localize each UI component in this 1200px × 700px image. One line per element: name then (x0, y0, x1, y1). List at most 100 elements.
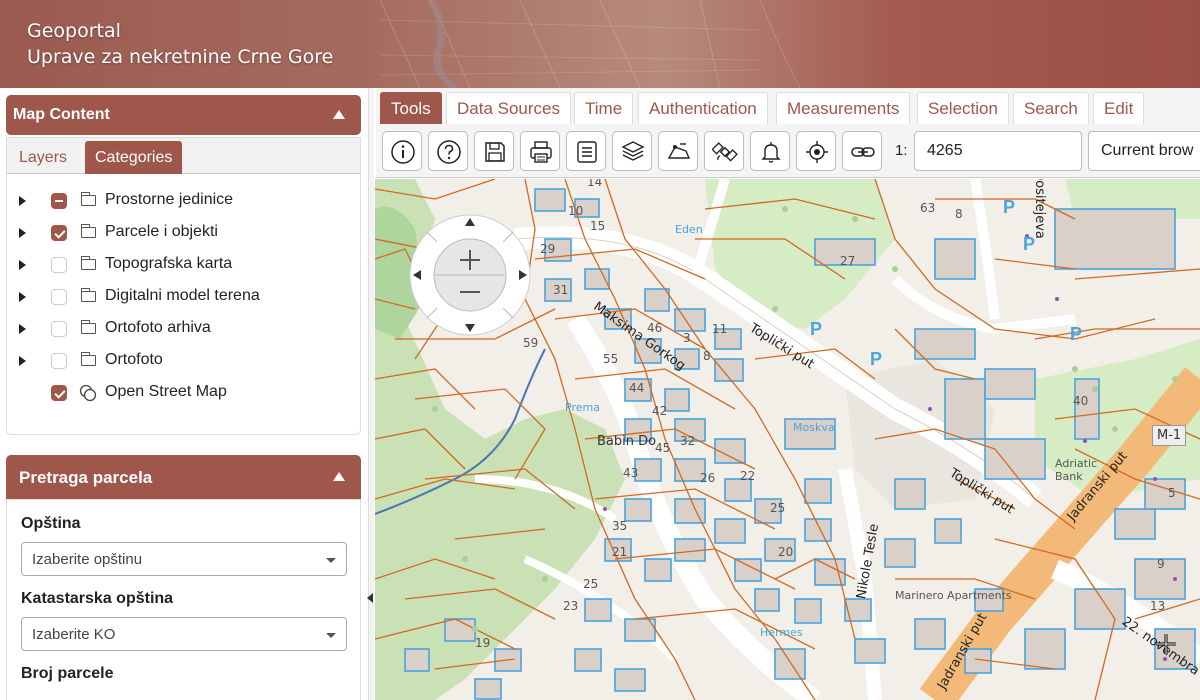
tab-layers[interactable]: Layers (9, 141, 77, 174)
expand-arrow-icon[interactable] (19, 356, 26, 366)
link-button[interactable] (842, 131, 882, 171)
satellite-button[interactable] (704, 131, 744, 171)
parcel-number: 32 (680, 434, 696, 448)
map-content-tabs: Layers Categories (7, 138, 360, 174)
help-icon (437, 140, 461, 164)
info-button[interactable] (382, 131, 422, 171)
parcel-number: 31 (553, 283, 569, 297)
expand-arrow-icon[interactable] (19, 228, 26, 238)
place-label: Prema (565, 401, 600, 414)
satellite-icon (712, 142, 738, 162)
parcel-number: 29 (540, 242, 556, 256)
toolbar: Tools Data Sources Time Authentication M… (376, 88, 1200, 178)
list-button[interactable] (566, 131, 606, 171)
layer-label: Topografska karta (105, 255, 233, 272)
help-button[interactable] (428, 131, 468, 171)
save-button[interactable] (474, 131, 514, 171)
ko-label: Katastarska opština (21, 590, 174, 607)
print-button[interactable] (520, 131, 560, 171)
bell-icon (761, 142, 781, 163)
parcel-number: 19 (475, 636, 491, 650)
parcel-number: 45 (655, 441, 671, 455)
layer-row-open-street-map[interactable]: Open Street Map (19, 381, 349, 405)
layer-row-prostorne-jedinice[interactable]: Prostorne jedinice (19, 189, 349, 213)
layer-row-parcele-i-objekti[interactable]: Parcele i objekti (19, 221, 349, 245)
layer-checkbox[interactable] (51, 353, 67, 369)
parcel-number: 3 (683, 331, 691, 345)
parcel-number: 11 (712, 322, 728, 336)
folder-icon (81, 352, 96, 366)
layer-label: Ortofoto (105, 351, 163, 368)
map-content-title: Map Content (13, 106, 110, 123)
place-label: Moskva (793, 421, 835, 434)
route-button[interactable] (658, 131, 698, 171)
layer-checkbox[interactable] (51, 257, 67, 273)
layer-label: Prostorne jedinice (105, 191, 234, 208)
collapse-up-icon[interactable] (333, 472, 345, 481)
layer-row-ortofoto-arhiva[interactable]: Ortofoto arhiva (19, 317, 349, 341)
parking-icon: P (870, 349, 883, 369)
crs-select[interactable]: Current brow (1088, 131, 1200, 171)
parcel-number: 46 (647, 321, 663, 335)
tab-time[interactable]: Time (574, 92, 634, 124)
parcel-number: 21 (612, 545, 628, 559)
tab-edit[interactable]: Edit (1093, 92, 1145, 124)
collapse-left-icon[interactable] (367, 593, 373, 603)
tab-measurements[interactable]: Measurements (776, 92, 911, 124)
parking-icon: P (1070, 324, 1083, 344)
road-badge: M-1 (1152, 425, 1187, 446)
map-navigation-control[interactable] (405, 210, 535, 340)
parcel-number: 43 (623, 466, 639, 480)
layer-checkbox[interactable] (51, 321, 67, 337)
app-title-line1: Geoportal (27, 20, 121, 42)
panel-splitter[interactable] (368, 88, 374, 700)
layer-row-ortofoto[interactable]: Ortofoto (19, 349, 349, 373)
expand-arrow-icon[interactable] (19, 324, 26, 334)
expand-arrow-icon[interactable] (19, 196, 26, 206)
tab-categories[interactable]: Categories (85, 141, 183, 174)
ko-placeholder: Izaberite KO (32, 626, 116, 643)
layer-bubble-icon (79, 384, 97, 402)
layer-row-digitalni-model-terena[interactable]: Digitalni model terena (19, 285, 349, 309)
place-label: Adriatic Bank (1055, 457, 1098, 483)
tab-tools[interactable]: Tools (380, 92, 442, 124)
notifications-button[interactable] (750, 131, 790, 171)
tab-authentication[interactable]: Authentication (638, 92, 768, 124)
app-window: Geoportal Uprave za nekretnine Crne Gore… (0, 0, 1200, 700)
parcel-number: 25 (583, 577, 599, 591)
parcel-number: 13 (1150, 599, 1166, 613)
parcel-search-header[interactable]: Pretraga parcela (6, 455, 361, 499)
parcel-number: 35 (612, 519, 628, 533)
layer-row-topografska-karta[interactable]: Topografska karta (19, 253, 349, 277)
parcel-number: 42 (652, 404, 668, 418)
place-label: Hermes (760, 626, 803, 639)
locate-button[interactable] (796, 131, 836, 171)
municipality-select[interactable]: Izaberite opštinu (21, 542, 347, 576)
expand-arrow-icon[interactable] (19, 292, 26, 302)
parcel-search-panel: Opština Izaberite opštinu Katastarska op… (6, 499, 361, 700)
scale-input[interactable]: 4265 (914, 131, 1082, 171)
place-label: Marinero Apartments (895, 589, 1012, 602)
tab-data-sources[interactable]: Data Sources (446, 92, 571, 124)
layer-checkbox[interactable] (51, 385, 67, 401)
folder-icon (81, 320, 96, 334)
ko-select[interactable]: Izaberite KO (21, 617, 347, 651)
layers-button[interactable] (612, 131, 652, 171)
road-label: Dositejeva (1031, 179, 1047, 239)
layer-checkbox[interactable] (51, 289, 67, 305)
map-content-header[interactable]: Map Content (6, 95, 361, 135)
parcel-number: 5 (1168, 486, 1176, 500)
save-icon (485, 142, 505, 162)
tab-search[interactable]: Search (1013, 92, 1089, 124)
locate-icon (806, 141, 828, 163)
layers-icon (621, 141, 645, 161)
layer-checkbox[interactable] (51, 225, 67, 241)
layer-label: Digitalni model terena (105, 287, 260, 304)
parking-icon: P (1023, 234, 1036, 254)
app-header: Geoportal Uprave za nekretnine Crne Gore (0, 0, 1200, 88)
tab-selection[interactable]: Selection (917, 92, 1009, 124)
collapse-up-icon[interactable] (333, 110, 345, 119)
dropdown-caret-icon (326, 633, 336, 638)
layer-checkbox[interactable] (51, 193, 67, 209)
expand-arrow-icon[interactable] (19, 260, 26, 270)
